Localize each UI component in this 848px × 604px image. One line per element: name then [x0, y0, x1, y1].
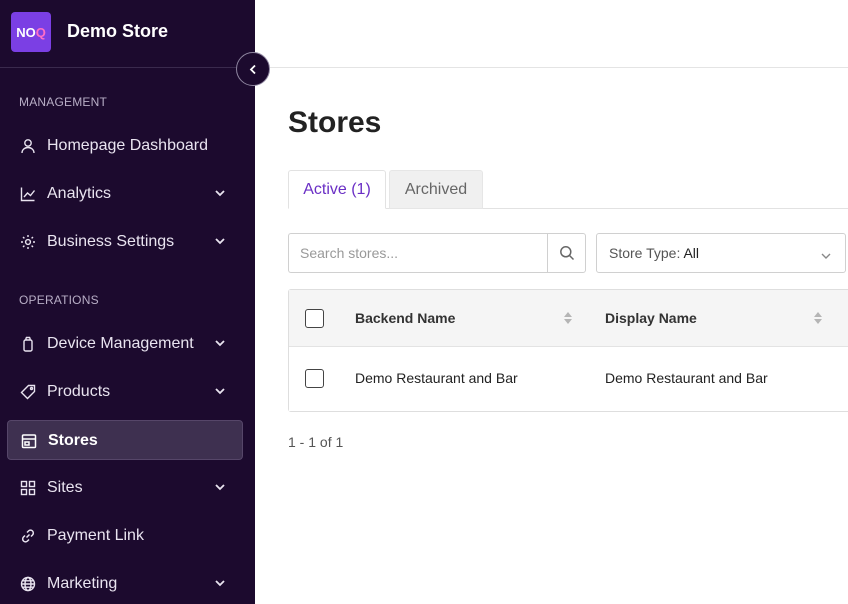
section-label-operations: OPERATIONS: [19, 293, 99, 307]
sidebar-item-label: Homepage Dashboard: [47, 137, 208, 154]
column-header-display-name[interactable]: Display Name: [605, 310, 697, 326]
sidebar-item-label: Device Management: [47, 335, 194, 352]
store-icon: [20, 432, 38, 450]
cell-backend-name: Demo Restaurant and Bar: [355, 370, 518, 386]
pagination-summary: 1 - 1 of 1: [288, 434, 344, 450]
store-type-filter-label: Store Type:: [609, 245, 681, 261]
sidebar-item-label: Business Settings: [47, 233, 175, 250]
select-all-checkbox[interactable]: [305, 309, 324, 328]
search-input[interactable]: [288, 233, 548, 273]
gear-icon: [19, 233, 37, 251]
sidebar-item-device-management[interactable]: Device Management: [7, 324, 243, 364]
store-type-filter[interactable]: Store Type: All: [596, 233, 846, 273]
sidebar-item-stores[interactable]: Stores: [7, 420, 243, 460]
sidebar-item-homepage-dashboard[interactable]: Homepage Dashboard: [7, 126, 243, 166]
table-header: Backend Name Display Name: [289, 290, 848, 347]
row-checkbox[interactable]: [305, 369, 324, 388]
sidebar-item-label: Analytics: [47, 185, 112, 202]
chevron-down-icon: [213, 480, 227, 494]
sidebar-item-marketing[interactable]: Marketing: [7, 564, 243, 604]
section-label-management: MANAGEMENT: [19, 95, 108, 109]
logo: NO Q: [11, 12, 51, 52]
cell-display-name: Demo Restaurant and Bar: [605, 370, 768, 386]
page-title: Stores: [288, 106, 382, 139]
device-icon: [19, 335, 37, 353]
sidebar-item-sites[interactable]: Sites: [7, 468, 243, 508]
sidebar-item-label: Marketing: [47, 575, 118, 592]
chevron-down-icon: [213, 336, 227, 350]
search-button[interactable]: [547, 233, 586, 273]
column-header-backend-name[interactable]: Backend Name: [355, 310, 455, 326]
tab-active[interactable]: Active (1): [288, 170, 386, 209]
tab-archived[interactable]: Archived: [389, 170, 483, 209]
chart-icon: [19, 185, 37, 203]
chevron-down-icon: [213, 234, 227, 248]
sort-icon[interactable]: [563, 310, 573, 326]
sidebar-item-label: Products: [47, 383, 111, 400]
globe-icon: [19, 575, 37, 593]
sidebar: NO Q Demo Store MANAGEMENT OPERATIONS Hom…: [0, 0, 255, 604]
sidebar-item-label: Payment Link: [47, 527, 144, 544]
chevron-down-icon: [213, 186, 227, 200]
sidebar-item-label: Sites: [47, 479, 83, 496]
chevron-left-icon: [249, 64, 257, 75]
table-row[interactable]: Demo Restaurant and Bar Demo Restaurant …: [289, 347, 848, 411]
chevron-down-icon: [213, 576, 227, 590]
sidebar-item-analytics[interactable]: Analytics: [7, 174, 243, 214]
sidebar-collapse-button[interactable]: [236, 52, 270, 86]
search-icon: [559, 245, 575, 261]
store-type-filter-value: All: [683, 245, 700, 261]
chevron-down-icon: [213, 384, 227, 398]
link-icon: [19, 527, 37, 545]
store-type-filter-text: Store Type: All: [609, 245, 699, 261]
store-name: Demo Store: [67, 21, 169, 41]
stores-table: Backend Name Display Name Demo Restauran…: [288, 289, 848, 412]
chevron-down-icon: [821, 247, 831, 265]
user-icon: [19, 137, 37, 155]
tag-icon: [19, 383, 37, 401]
sidebar-item-products[interactable]: Products: [7, 372, 243, 412]
sidebar-item-payment-link[interactable]: Payment Link: [7, 516, 243, 556]
grid-icon: [19, 479, 37, 497]
sidebar-item-business-settings[interactable]: Business Settings: [7, 222, 243, 262]
brand-header: NO Q Demo Store: [0, 0, 255, 68]
top-bar: [255, 0, 848, 68]
sort-icon[interactable]: [813, 310, 823, 326]
sidebar-item-label: Stores: [48, 432, 98, 449]
